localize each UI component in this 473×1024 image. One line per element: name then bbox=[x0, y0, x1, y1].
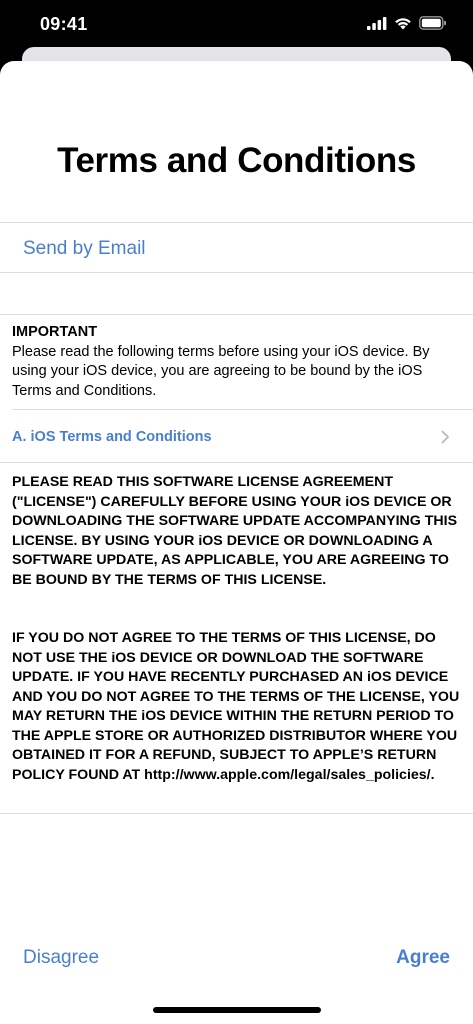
divider bbox=[0, 314, 473, 315]
disagree-button[interactable]: Disagree bbox=[23, 947, 99, 969]
divider bbox=[0, 813, 473, 814]
important-notice: IMPORTANT Please read the following term… bbox=[12, 323, 462, 401]
home-indicator[interactable] bbox=[153, 1007, 321, 1013]
divider bbox=[0, 462, 473, 463]
terms-sheet: Terms and Conditions Send by Email IMPOR… bbox=[0, 61, 473, 1024]
section-ios-terms-label: A. iOS Terms and Conditions bbox=[12, 429, 212, 445]
agree-button[interactable]: Agree bbox=[396, 947, 450, 969]
chevron-right-icon bbox=[441, 430, 450, 449]
license-paragraph: PLEASE READ THIS SOFTWARE LICENSE AGREEM… bbox=[12, 474, 458, 588]
section-ios-terms-row[interactable]: A. iOS Terms and Conditions bbox=[12, 426, 462, 448]
status-bar: 09:41 bbox=[0, 0, 473, 54]
page-title: Terms and Conditions bbox=[57, 141, 416, 180]
important-heading: IMPORTANT bbox=[12, 324, 98, 340]
cellular-signal-icon bbox=[367, 16, 387, 30]
send-by-email-button[interactable]: Send by Email bbox=[23, 238, 146, 260]
wifi-icon bbox=[394, 17, 412, 30]
divider bbox=[0, 272, 473, 273]
status-time: 09:41 bbox=[40, 14, 88, 34]
important-body: Please read the following terms before u… bbox=[12, 343, 430, 399]
divider bbox=[12, 409, 473, 410]
license-paragraph: IF YOU DO NOT AGREE TO THE TERMS OF THIS… bbox=[12, 630, 460, 783]
battery-icon bbox=[419, 16, 447, 30]
status-icons bbox=[367, 16, 447, 30]
divider bbox=[0, 222, 473, 223]
